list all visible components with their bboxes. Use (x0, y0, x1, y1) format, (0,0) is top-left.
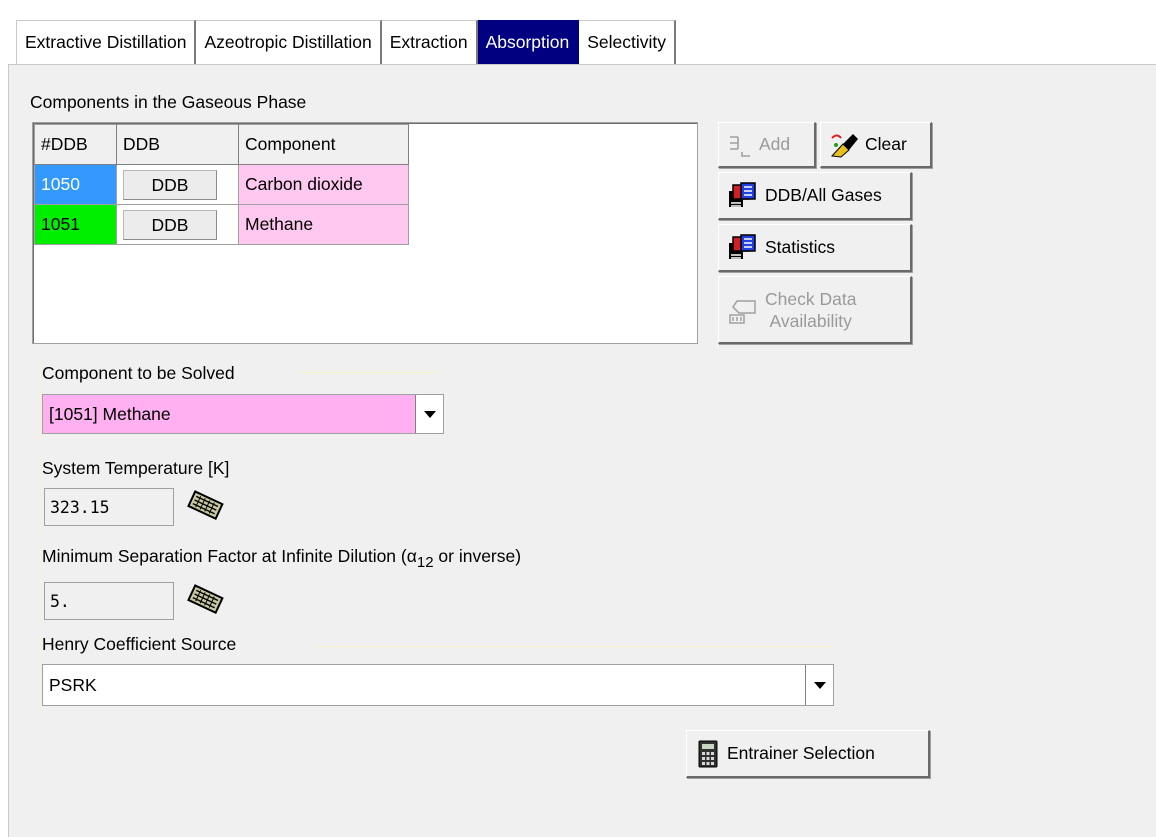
dropdown-arrow-icon[interactable] (805, 665, 833, 705)
check-data-availability-button[interactable]: Check Data Availability (718, 276, 912, 344)
check-icon (729, 299, 756, 324)
component-to-be-solved-value: [1051] Methane (43, 395, 415, 433)
add-button-label: Add (759, 134, 791, 154)
availability-line: Availability (769, 310, 852, 331)
add-icon (730, 135, 750, 157)
column-header-ddb-number[interactable]: #DDB (34, 124, 117, 165)
ddb-number-cell[interactable]: 1051 (34, 204, 117, 245)
gaseous-components-label: Components in the Gaseous Phase (30, 92, 307, 112)
database-icon (729, 181, 756, 207)
check-data-line: Check Data (765, 288, 857, 309)
component-to-be-solved-label: Component to be Solved (42, 363, 235, 383)
ddb-cell: DDB (116, 164, 239, 205)
system-temperature-label: System Temperature [K] (42, 458, 230, 478)
component-to-be-solved-select[interactable]: [1051] Methane (42, 394, 444, 434)
group-border (38, 636, 39, 714)
clear-button-label: Clear (865, 134, 907, 154)
ddb-button[interactable]: DDB (123, 169, 217, 200)
statistics-button[interactable]: Statistics (718, 224, 912, 272)
components-table: #DDB DDB Component 1050 DDB Carbon dioxi… (34, 124, 409, 245)
entrainer-selection-button[interactable]: Entrainer Selection (686, 730, 930, 778)
henry-coefficient-source-value: PSRK (49, 674, 97, 695)
tab-selectivity[interactable]: Selectivity (579, 20, 677, 64)
keyboard-icon[interactable] (186, 488, 224, 524)
ddb-cell: DDB (116, 204, 239, 245)
gaseous-components-grid[interactable]: #DDB DDB Component 1050 DDB Carbon dioxi… (32, 122, 698, 344)
group-border (38, 455, 39, 535)
entrainer-selection-label: Entrainer Selection (727, 743, 875, 763)
ddb-number-cell[interactable]: 1050 (34, 164, 117, 205)
check-data-availability-label: Check Data Availability (765, 288, 856, 332)
tab-bar: Extractive Distillation Azeotropic Disti… (16, 20, 677, 64)
component-cell[interactable]: Methane (238, 204, 409, 245)
component-cell[interactable]: Carbon dioxide (238, 164, 409, 205)
group-border (38, 360, 39, 440)
column-header-ddb[interactable]: DDB (116, 124, 239, 165)
tab-extractive-distillation[interactable]: Extractive Distillation (16, 20, 197, 64)
table-row[interactable]: 1051 DDB Methane (34, 204, 409, 245)
separation-factor-label: Minimum Separation Factor at Infinite Di… (42, 546, 521, 571)
ddb-all-gases-button[interactable]: DDB/All Gases (718, 172, 912, 220)
tab-azeotropic-distillation[interactable]: Azeotropic Distillation (196, 20, 382, 64)
database-icon (729, 233, 756, 259)
add-button[interactable]: Add (718, 122, 816, 168)
clear-button[interactable]: Clear (820, 122, 932, 168)
group-border (316, 646, 832, 647)
keyboard-icon[interactable] (186, 582, 224, 618)
table-header: #DDB DDB Component (34, 124, 409, 165)
dropdown-arrow-icon[interactable] (415, 395, 443, 433)
column-header-component[interactable]: Component (238, 124, 409, 165)
eraser-icon (830, 133, 858, 158)
separation-factor-subscript: 12 (416, 554, 434, 571)
tab-extraction[interactable]: Extraction (381, 20, 478, 64)
statistics-label: Statistics (765, 237, 836, 257)
separation-factor-input[interactable]: 5. (44, 582, 174, 620)
ddb-all-gases-label: DDB/All Gases (765, 185, 882, 205)
table-row[interactable]: 1050 DDB Carbon dioxide (34, 164, 409, 205)
group-border (38, 545, 39, 625)
henry-coefficient-source-label: Henry Coefficient Source (42, 634, 237, 654)
group-border (296, 372, 442, 373)
system-temperature-input[interactable]: 323.15 (44, 488, 174, 526)
ddb-button[interactable]: DDB (123, 209, 217, 240)
separation-factor-label-end: or inverse) (433, 546, 522, 566)
separation-factor-label-start: Minimum Separation Factor at Infinite Di… (42, 546, 417, 566)
calculator-icon (698, 740, 718, 767)
henry-coefficient-source-select[interactable]: PSRK (42, 664, 834, 706)
tab-absorption[interactable]: Absorption (477, 20, 580, 64)
